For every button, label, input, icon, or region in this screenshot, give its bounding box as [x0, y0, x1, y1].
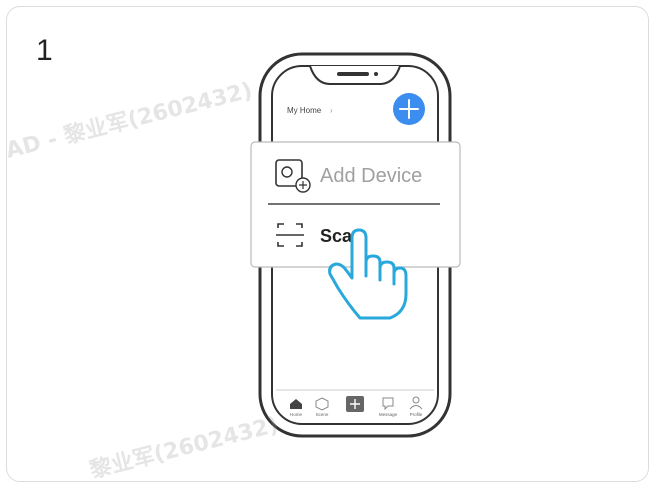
camera-icon — [374, 72, 378, 76]
tab-home-label: Home — [290, 412, 303, 417]
watermark-top: AD - 黎业军(2602432) — [3, 77, 255, 163]
tab-profile-label: Profile — [410, 412, 423, 417]
add-device-label: Add Device — [320, 165, 422, 187]
tab-scene-label: Scene — [316, 412, 329, 417]
home-title-chevron: › — [330, 106, 333, 115]
speaker-icon — [337, 72, 369, 76]
watermark-bottom: 黎业军(2602432) — [87, 412, 281, 483]
add-button[interactable] — [393, 93, 425, 125]
tab-message-label: Message — [379, 412, 398, 417]
home-title: My Home — [287, 106, 322, 115]
tab-add[interactable] — [346, 396, 364, 412]
illustration: My Home › Home Scene Message Profile Add… — [3, 52, 461, 483]
